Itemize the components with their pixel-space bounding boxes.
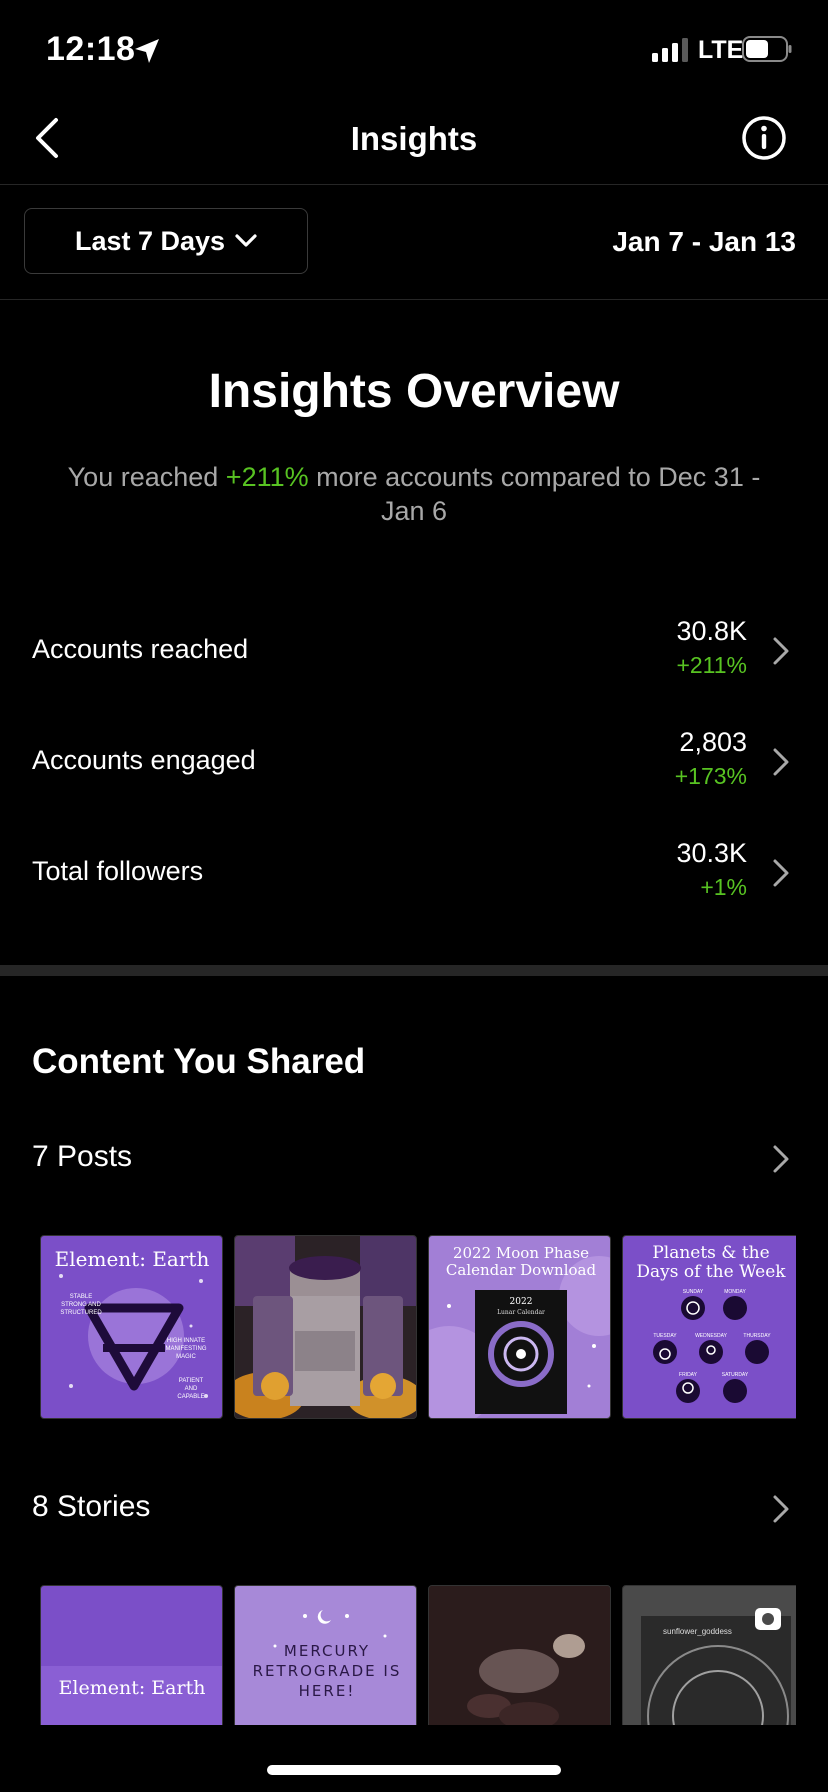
posts-thumbnail-strip: Element: Earth STABLE STRONG AND STRUCTU… [40,1235,796,1421]
post-thumbnail-title: Element: Earth [55,1247,210,1271]
stories-row-header[interactable]: 8 Stories [0,1490,828,1540]
post-thumbnail-title: Days of the Week [636,1262,786,1282]
post-thumbnail-caption: CAPABLE [177,1394,204,1400]
post-thumbnail[interactable]: Element: Earth STABLE STRONG AND STRUCTU… [40,1235,223,1419]
chevron-right-icon [773,637,789,665]
navigation-header: Insights [0,100,828,185]
overview-summary-highlight: +211% [225,462,309,492]
overview-summary-prefix: You reached [67,462,226,492]
status-time: 12:18 [46,30,136,68]
date-range-dropdown[interactable]: Last 7 Days [24,208,308,274]
post-thumbnail-caption: STABLE [70,1294,93,1300]
chevron-right-icon [773,1495,789,1523]
post-thumbnail-caption: AND [185,1386,198,1392]
overview-summary-suffix: more accounts compared to Dec 31 - Jan 6 [308,462,761,526]
day-label: SATURDAY [722,1372,749,1378]
battery-icon [742,36,792,62]
post-thumbnail-art: Element: Earth STABLE STRONG AND STRUCTU… [55,1247,210,1400]
info-icon[interactable] [740,114,788,162]
story-thumbnail-art: sunflower_goddess [623,1586,796,1725]
story-username: sunflower_goddess [663,1627,732,1636]
location-arrow-icon [135,39,159,63]
post-thumbnail-caption: STRUCTURED [60,1310,102,1316]
day-label: SUNDAY [683,1289,704,1295]
metric-value: 2,803 [679,727,747,757]
chevron-right-icon [773,1145,789,1173]
post-thumbnail-caption: STRONG AND [61,1302,101,1308]
chevron-right-icon [773,748,789,776]
metric-row-accounts-reached[interactable]: Accounts reached 30.8K +211% [0,612,828,692]
candle-photo-image [235,1236,416,1418]
story-thumbnail[interactable]: sunflower_goddess [622,1585,796,1725]
story-thumbnail[interactable] [428,1585,611,1725]
post-thumbnail-art: 2022 Moon Phase Calendar Download 2022 L… [429,1244,610,1418]
calendar-subtitle: Lunar Calendar [497,1309,545,1316]
chevron-right-icon [773,859,789,887]
post-thumbnail-caption: HIGH INNATE [167,1338,205,1344]
post-thumbnail-caption: MANIFESTING [165,1346,206,1352]
story-thumbnail-art: Element: Earth [41,1666,222,1725]
story-thumbnail-title: HERE! [299,1682,356,1700]
metric-label: Total followers [32,856,204,886]
post-thumbnail-caption: PATIENT [179,1378,204,1384]
story-thumbnail-art: MERCURY RETROGRADE IS HERE! [253,1610,402,1700]
metric-row-accounts-engaged[interactable]: Accounts engaged 2,803 +173% [0,723,828,803]
insights-screen: 12:18 LTE Insights Last 7 Days Jan 7 - J… [0,0,828,1792]
day-label: MONDAY [724,1289,746,1295]
story-thumbnail-title: MERCURY [284,1642,370,1660]
chevron-down-icon [235,234,257,247]
status-bar: 12:18 LTE [0,0,828,100]
post-thumbnail[interactable]: 2022 Moon Phase Calendar Download 2022 L… [428,1235,611,1419]
story-thumbnail[interactable]: MERCURY RETROGRADE IS HERE! [234,1585,417,1725]
stories-count-label: 8 Stories [32,1490,151,1523]
overview-summary: You reached +211% more accounts compared… [60,460,768,528]
story-thumbnail-title: Element: Earth [59,1677,206,1699]
signal-icon [652,38,688,62]
story-thumbnail[interactable]: Element: Earth [40,1585,223,1725]
day-label: WEDNESDAY [695,1333,728,1339]
story-thumbnail-title: RETROGRADE IS [253,1662,402,1680]
metric-row-total-followers[interactable]: Total followers 30.3K +1% [0,834,828,914]
home-indicator [267,1765,561,1775]
post-thumbnail-title: Calendar Download [446,1261,597,1279]
filter-row: Last 7 Days Jan 7 - Jan 13 [0,185,828,300]
section-divider [0,965,828,976]
metric-change: +1% [700,874,747,900]
metric-label: Accounts engaged [32,745,256,775]
post-thumbnail-art: Planets & the Days of the Week SUNDAY MO… [636,1243,786,1403]
day-label: FRIDAY [679,1372,698,1378]
metric-label: Accounts reached [32,634,249,664]
content-section-title: Content You Shared [32,1042,366,1081]
metric-value: 30.3K [676,838,747,868]
post-thumbnail-title: Planets & the [652,1243,769,1263]
posts-row-header[interactable]: 7 Posts [0,1140,828,1190]
post-thumbnail[interactable] [234,1235,417,1419]
overview-title: Insights Overview [208,365,620,418]
post-thumbnail-caption: MAGIC [176,1354,196,1360]
network-type: LTE [698,36,744,64]
calendar-year: 2022 [510,1297,533,1307]
metric-value: 30.8K [676,616,747,646]
stories-thumbnail-strip: Element: Earth MERCURY RETROGRADE IS HER… [40,1585,796,1725]
page-title: Insights [350,120,478,157]
post-thumbnail-title: 2022 Moon Phase [453,1244,589,1262]
day-label: TUESDAY [653,1333,677,1339]
post-thumbnail[interactable]: Planets & the Days of the Week SUNDAY MO… [622,1235,796,1419]
date-range-text: Jan 7 - Jan 13 [612,226,796,257]
incense-photo-image [429,1586,610,1725]
day-label: THURSDAY [743,1333,771,1339]
metric-change: +211% [676,652,747,678]
posts-count-label: 7 Posts [32,1140,133,1173]
date-range-dropdown-label: Last 7 Days [74,225,226,256]
metric-change: +173% [674,763,747,789]
